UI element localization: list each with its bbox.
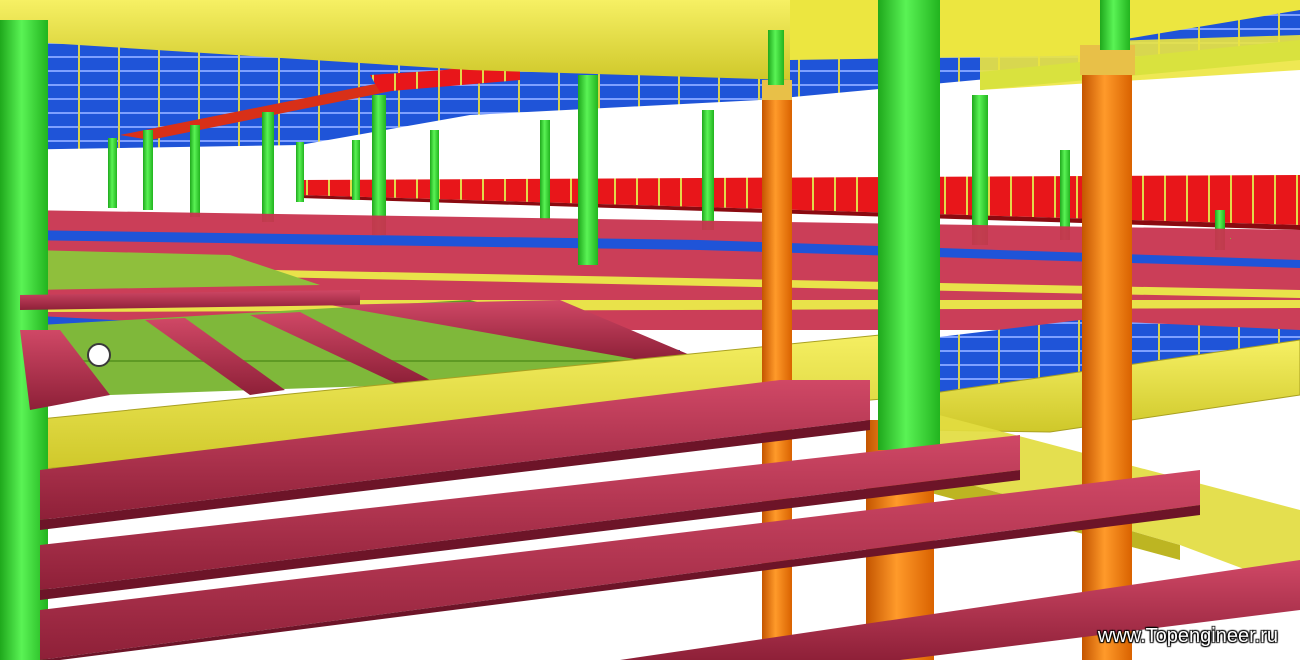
structure-render <box>0 0 1300 660</box>
floor-deck-icon <box>1230 238 1231 239</box>
watermark: www.Topengineer.ru <box>1097 625 1278 647</box>
